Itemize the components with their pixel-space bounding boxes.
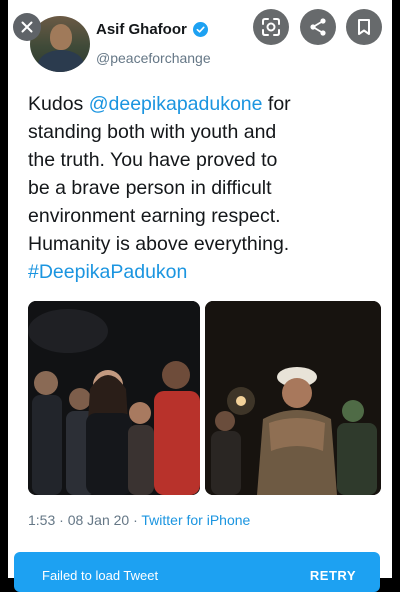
mention-link[interactable]: @deepikapadukone — [89, 93, 263, 115]
error-message: Failed to load Tweet — [42, 568, 159, 583]
author-handle[interactable]: @peaceforchange — [96, 50, 211, 66]
author-name[interactable]: Asif Ghafoor — [96, 21, 187, 38]
bookmark-icon[interactable] — [346, 9, 382, 45]
tweet-text: Kudos @deepikapadukone for standing both… — [28, 90, 392, 286]
tweet-line-6: Humanity is above everything. — [28, 233, 290, 255]
lens-icon[interactable] — [253, 9, 289, 45]
tweet-meta: 1:53 · 08 Jan 20 · Twitter for iPhone — [28, 512, 250, 528]
share-icon[interactable] — [300, 9, 336, 45]
tweet-photo-1[interactable] — [28, 301, 200, 495]
tweet-source-link[interactable]: Twitter for iPhone — [141, 512, 250, 528]
close-icon[interactable] — [13, 13, 41, 41]
author-name-row: Asif Ghafoor — [96, 21, 208, 38]
tweet-photo-2[interactable] — [205, 301, 381, 495]
tweet-line-4: be a brave person in difficult — [28, 177, 272, 199]
tweet-line-2: standing both with youth and — [28, 121, 277, 143]
retry-button[interactable]: RETRY — [310, 568, 356, 583]
tweet-line-3: the truth. You have proved to — [28, 149, 278, 171]
tweet-timestamp[interactable]: 1:53 · 08 Jan 20 · — [28, 512, 141, 528]
hashtag-link[interactable]: #DeepikaPadukon — [28, 258, 392, 286]
error-bar: Failed to load Tweet RETRY — [14, 552, 380, 592]
tweet-card: Asif Ghafoor @peaceforchange Kudos @deep… — [8, 0, 392, 578]
tweet-line-5: environment earning respect. — [28, 205, 281, 227]
tweet-line-1: Kudos @deepikapadukone for — [28, 93, 291, 115]
verified-badge-icon — [192, 22, 208, 37]
